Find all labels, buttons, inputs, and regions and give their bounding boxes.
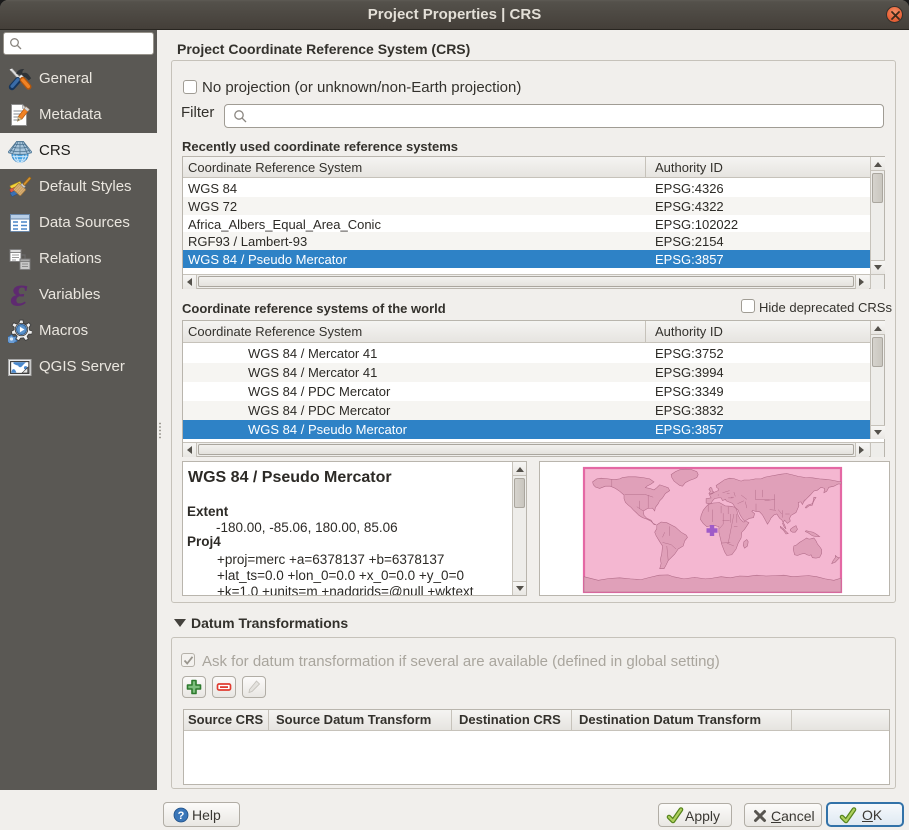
svg-text:?: ? <box>178 810 185 822</box>
svg-text:ε: ε <box>10 283 27 307</box>
